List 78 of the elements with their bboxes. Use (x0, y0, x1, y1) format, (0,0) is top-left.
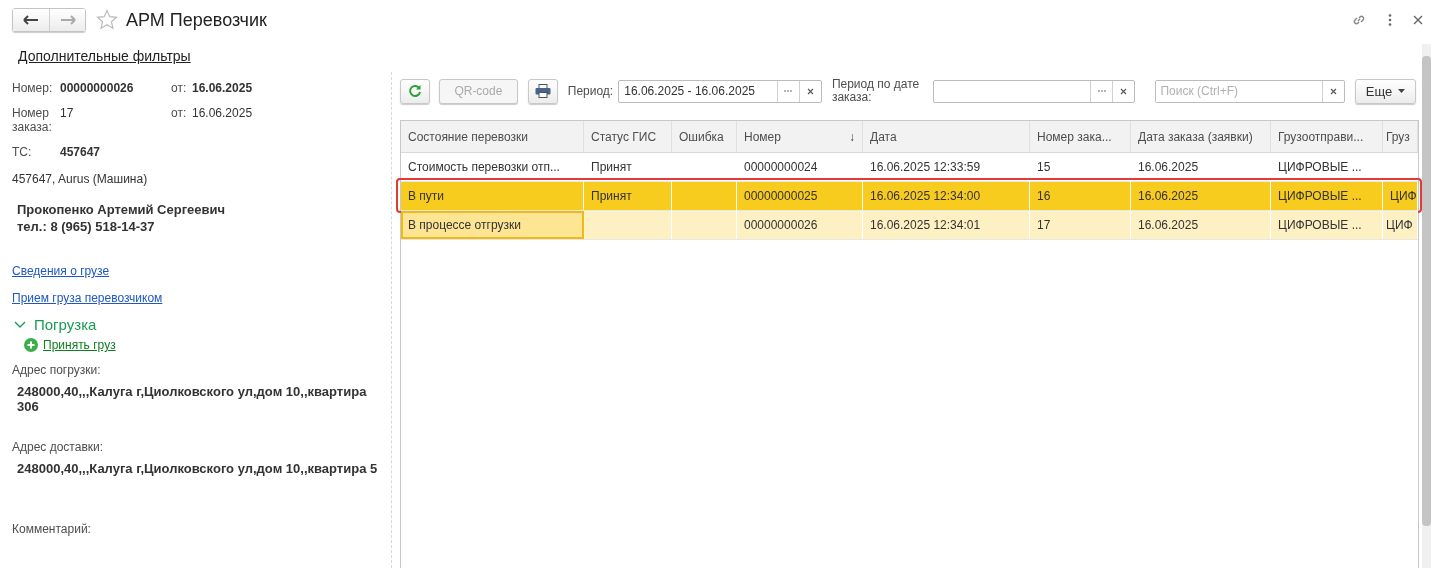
table-cell: 00000000024 (744, 160, 818, 174)
refresh-icon (407, 84, 422, 98)
table-cell: 17 (1037, 218, 1051, 232)
section-link[interactable]: Прием груза перевозчиком (12, 291, 163, 305)
section-link[interactable]: Сведения о грузе (12, 264, 110, 278)
column-header[interactable]: Статус ГИС (584, 121, 672, 152)
column-header[interactable]: Дата заказа (заявки) (1131, 121, 1271, 152)
period-label: Период: (567, 84, 614, 98)
date-label: от: (171, 81, 188, 95)
order-period-field[interactable] (932, 79, 1136, 103)
table-cell: ЦИФ (1386, 218, 1413, 232)
clear-icon[interactable] (806, 87, 814, 95)
vehicle-value: 457647 (60, 145, 101, 159)
star-icon[interactable] (96, 9, 118, 31)
table-cell: 16.06.2025 12:34:01 (870, 218, 981, 232)
order-date-value: 16.06.2025 (192, 106, 254, 120)
order-number-label: Номер заказа: (12, 106, 53, 134)
driver-phone: тел.: 8 (965) 518-14-37 (17, 219, 156, 234)
date-value: 16.06.2025 (192, 81, 254, 95)
column-header[interactable]: Груз (1383, 121, 1418, 152)
order-number-value: 17 (60, 106, 75, 120)
table-cell: В процессе отгрузки (408, 218, 521, 232)
clear-icon[interactable] (1120, 87, 1128, 95)
driver-name: Прокопенко Артемий Сергеевич (17, 202, 227, 217)
address-value: 248000,40,,,Калуга г,Циолковского ул,дом 10,,квартира 306 (16, 384, 368, 414)
address-value: 248000,40,,,Калуга г,Циолковского ул,дом 10,,квартира 5 (16, 461, 379, 476)
table-cell: 16.06.2025 (1138, 189, 1199, 203)
column-header[interactable]: Состояние перевозки (401, 121, 584, 152)
table-cell: Принят (591, 189, 632, 203)
table-cell: ЦИФРОВЫЕ ... (1278, 160, 1362, 174)
field-label: Адрес погрузки: (12, 363, 102, 377)
column-header[interactable]: Номер ↓ (737, 121, 863, 152)
back-button[interactable] (13, 9, 49, 31)
table-cell: 00000000026 (744, 218, 818, 232)
vehicle-description: 457647, Aurus (Машина) (12, 172, 149, 186)
refresh-button[interactable] (400, 78, 430, 104)
table-row[interactable]: В процессе отгрузки 00000000026 16.06.2025 12:34:01 17 16.06.2025 ЦИФРОВЫЕ ... ЦИФ (401, 211, 1418, 240)
loading-group-header[interactable]: Погрузка (12, 316, 97, 333)
number-value: 00000000026 (60, 81, 135, 95)
vehicle-label: ТС: (12, 145, 33, 159)
order-period-label: Период по дате заказа: (831, 78, 921, 104)
printer-icon (534, 84, 551, 98)
clear-icon[interactable] (1330, 87, 1338, 95)
window-title: АРМ Перевозчик (126, 9, 267, 31)
table-cell: 16.06.2025 12:34:00 (870, 189, 981, 203)
caret-icon (1398, 89, 1406, 93)
additional-filters-link[interactable]: Дополнительные фильтры (18, 48, 191, 64)
number-label: Номер: (12, 81, 54, 95)
table-cell: ЦИФРОВЫЕ ... (1278, 189, 1362, 203)
table-cell: ЦИФ (1390, 189, 1417, 203)
table-cell: 16.06.2025 12:33:59 (870, 160, 981, 174)
more-button[interactable]: Еще (1355, 78, 1416, 104)
table-cell: 15 (1037, 160, 1051, 174)
table-cell: В пути (408, 189, 445, 203)
table-cell: 16 (1037, 189, 1051, 203)
accept-cargo-link[interactable]: Принять груз (43, 338, 116, 352)
search-field[interactable]: Поиск (Ctrl+F) (1155, 79, 1346, 103)
column-header[interactable]: Номер зака... (1030, 121, 1131, 152)
column-header[interactable]: Грузоотправи... (1271, 121, 1383, 152)
field-label: Адрес доставки: (12, 440, 105, 454)
chevron-icon (14, 320, 26, 329)
table-cell: ЦИФРОВЫЕ ... (1278, 218, 1362, 232)
print-button[interactable] (527, 78, 558, 104)
more-icon[interactable] (1387, 13, 1393, 27)
table-cell: 16.06.2025 (1138, 218, 1199, 232)
column-header[interactable]: Дата (863, 121, 1030, 152)
table-cell: Принят (591, 160, 632, 174)
add-icon (24, 338, 38, 352)
table-cell: Стоимость перевозки отп... (408, 160, 560, 174)
period-field[interactable]: 16.06.2025 - 16.06.2025 (618, 79, 822, 103)
back-arrow-icon (23, 15, 39, 25)
field-label: Комментарий: (12, 522, 92, 536)
forward-arrow-icon (59, 15, 76, 25)
close-icon[interactable] (1413, 15, 1423, 25)
order-date-label: от: (171, 106, 188, 120)
column-header[interactable]: Ошибка (672, 121, 737, 152)
table-cell: 16.06.2025 (1138, 160, 1199, 174)
table-cell: 00000000025 (744, 189, 818, 203)
